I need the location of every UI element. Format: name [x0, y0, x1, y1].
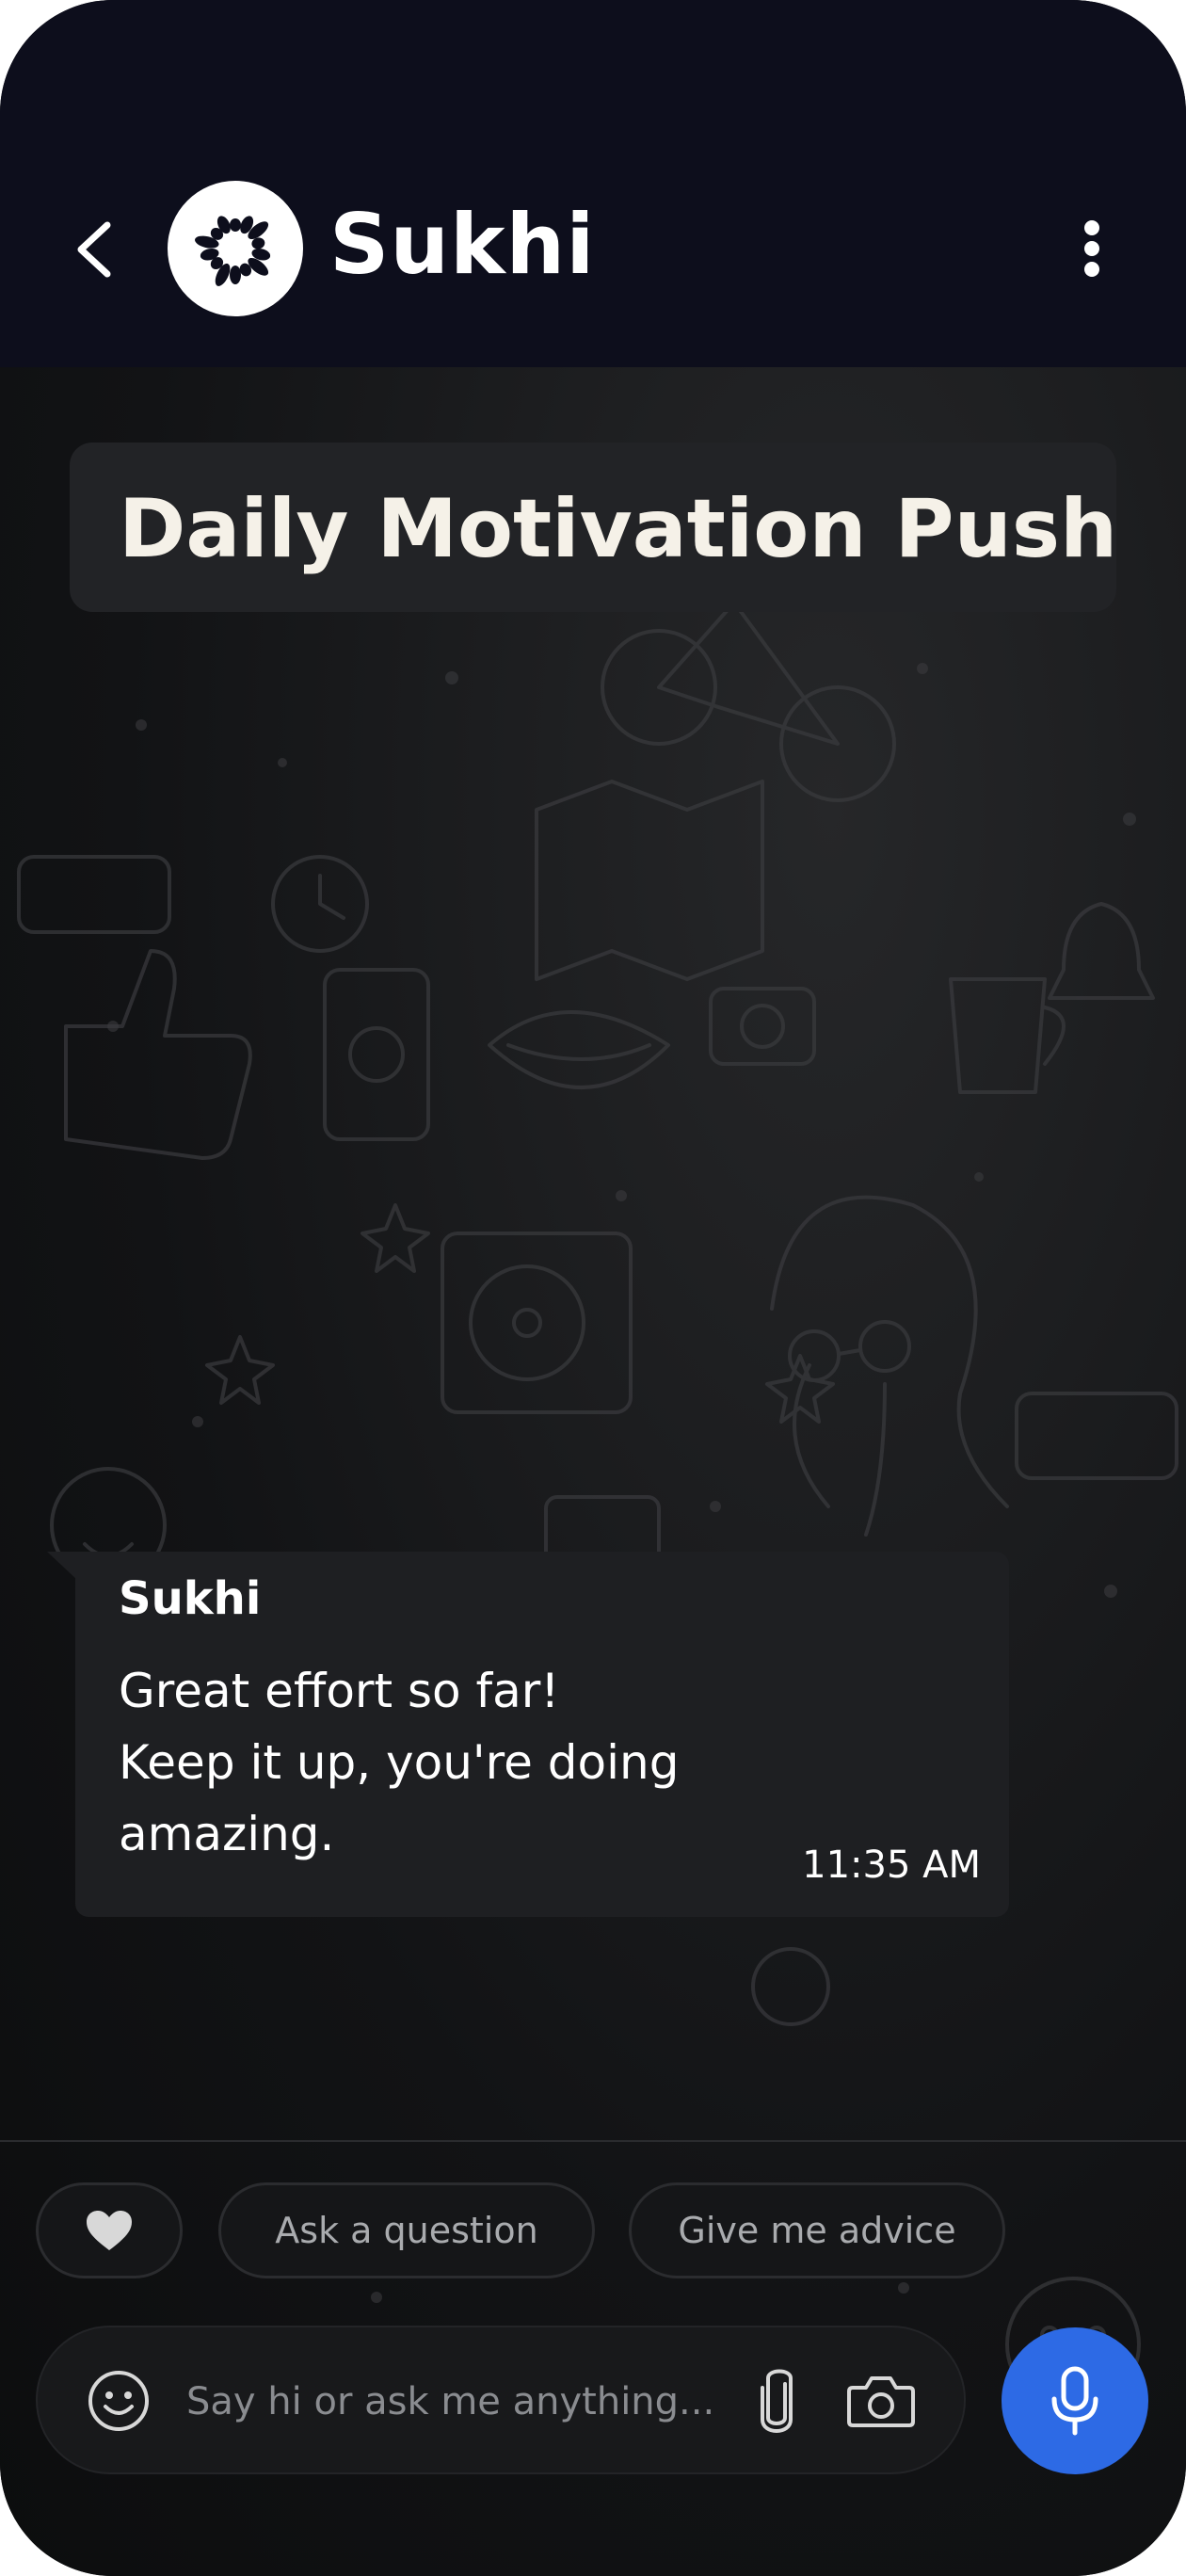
quick-reply-give-advice[interactable]: Give me advice [629, 2182, 1005, 2278]
logo-petal [230, 218, 241, 232]
message-composer [36, 2326, 966, 2474]
message-time: 11:35 AM [802, 1843, 981, 1887]
page-title: Daily Motivation Push [119, 482, 1118, 576]
message-sender: Sukhi [119, 1572, 262, 1625]
bubble-tail [47, 1552, 77, 1580]
avatar[interactable] [168, 181, 303, 316]
attach-icon[interactable] [753, 2365, 800, 2437]
more-icon-dot [1084, 241, 1099, 256]
more-icon-dot [1084, 262, 1099, 277]
more-icon [1084, 220, 1099, 235]
message-text: Great effort so far! Keep it up, you're … [119, 1664, 680, 1861]
logo-icon [195, 216, 271, 286]
quick-reply-ask-question[interactable]: Ask a question [218, 2182, 595, 2278]
divider [0, 2140, 1186, 2142]
back-button[interactable] [66, 212, 122, 287]
app-title: Sukhi [329, 196, 596, 293]
emoji-icon[interactable] [87, 2369, 151, 2433]
more-options-button[interactable] [1071, 215, 1113, 282]
logo-petal [230, 266, 241, 284]
heart-button[interactable] [36, 2182, 183, 2278]
back-icon [77, 221, 111, 278]
camera-icon[interactable] [845, 2365, 917, 2437]
message-bubble[interactable]: Sukhi Great effort so far! Keep it up, y… [47, 1552, 1009, 1917]
mic-icon [1051, 2366, 1098, 2436]
title-card: Daily Motivation Push [70, 443, 1118, 612]
mic-button[interactable] [1002, 2327, 1148, 2474]
heart-icon [87, 2211, 132, 2250]
message-input[interactable] [184, 2371, 715, 2433]
phone-screen: Sukhi Daily Motivation Push Sukhi Great … [0, 0, 1186, 2576]
chat-header: Sukhi [0, 0, 1186, 367]
